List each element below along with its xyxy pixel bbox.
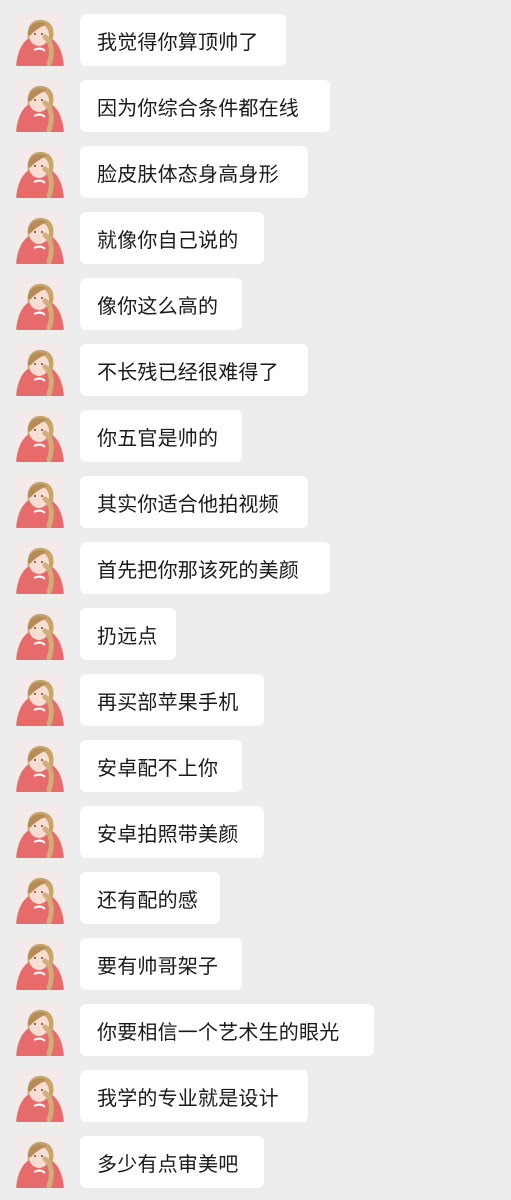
profile-avatar-icon[interactable] — [14, 1136, 66, 1188]
profile-avatar-icon[interactable] — [14, 938, 66, 990]
message-row: 安卓拍照带美颜 — [0, 806, 511, 858]
message-bubble[interactable]: 你五官是帅的 — [80, 410, 242, 462]
profile-avatar-icon[interactable] — [14, 80, 66, 132]
message-bubble[interactable]: 再买部苹果手机 — [80, 674, 264, 726]
profile-avatar-icon[interactable] — [14, 1004, 66, 1056]
profile-avatar-icon[interactable] — [14, 740, 66, 792]
profile-avatar-icon[interactable] — [14, 278, 66, 330]
message-row: 再买部苹果手机 — [0, 674, 511, 726]
message-bubble[interactable]: 脸皮肤体态身高身形 — [80, 146, 308, 198]
message-bubble[interactable]: 其实你适合他拍视频 — [80, 476, 308, 528]
message-row: 安卓配不上你 — [0, 740, 511, 792]
profile-avatar-icon[interactable] — [14, 1070, 66, 1122]
message-bubble[interactable]: 多少有点审美吧 — [80, 1136, 264, 1188]
message-bubble[interactable]: 我觉得你算顶帅了 — [80, 14, 286, 66]
message-row: 我学的专业就是设计 — [0, 1070, 511, 1122]
message-row: 还有配的感 — [0, 872, 511, 924]
message-bubble[interactable]: 安卓配不上你 — [80, 740, 242, 792]
profile-avatar-icon[interactable] — [14, 344, 66, 396]
message-bubble[interactable]: 还有配的感 — [80, 872, 220, 924]
message-row: 要有帅哥架子 — [0, 938, 511, 990]
message-row: 你要相信一个艺术生的眼光 — [0, 1004, 511, 1056]
profile-avatar-icon[interactable] — [14, 14, 66, 66]
message-bubble[interactable]: 你要相信一个艺术生的眼光 — [80, 1004, 374, 1056]
chat-message-list: 我觉得你算顶帅了 因为你综合条件都在线 脸皮肤体态身高身形 就像你自己说的 像你… — [0, 0, 511, 1200]
profile-avatar-icon[interactable] — [14, 542, 66, 594]
message-row: 多少有点审美吧 — [0, 1136, 511, 1188]
profile-avatar-icon[interactable] — [14, 608, 66, 660]
message-row: 不长残已经很难得了 — [0, 344, 511, 396]
profile-avatar-icon[interactable] — [14, 806, 66, 858]
message-row: 就像你自己说的 — [0, 212, 511, 264]
message-bubble[interactable]: 首先把你那该死的美颜 — [80, 542, 330, 594]
profile-avatar-icon[interactable] — [14, 872, 66, 924]
message-bubble[interactable]: 像你这么高的 — [80, 278, 242, 330]
message-bubble[interactable]: 要有帅哥架子 — [80, 938, 242, 990]
message-bubble[interactable]: 我学的专业就是设计 — [80, 1070, 308, 1122]
message-bubble[interactable]: 就像你自己说的 — [80, 212, 264, 264]
message-row: 我觉得你算顶帅了 — [0, 14, 511, 66]
message-row: 首先把你那该死的美颜 — [0, 542, 511, 594]
message-row: 其实你适合他拍视频 — [0, 476, 511, 528]
message-row: 脸皮肤体态身高身形 — [0, 146, 511, 198]
profile-avatar-icon[interactable] — [14, 146, 66, 198]
profile-avatar-icon[interactable] — [14, 674, 66, 726]
profile-avatar-icon[interactable] — [14, 212, 66, 264]
message-row: 因为你综合条件都在线 — [0, 80, 511, 132]
message-bubble[interactable]: 因为你综合条件都在线 — [80, 80, 330, 132]
profile-avatar-icon[interactable] — [14, 476, 66, 528]
message-row: 扔远点 — [0, 608, 511, 660]
message-row: 你五官是帅的 — [0, 410, 511, 462]
message-row: 像你这么高的 — [0, 278, 511, 330]
message-bubble[interactable]: 不长残已经很难得了 — [80, 344, 308, 396]
message-bubble[interactable]: 安卓拍照带美颜 — [80, 806, 264, 858]
profile-avatar-icon[interactable] — [14, 410, 66, 462]
message-bubble[interactable]: 扔远点 — [80, 608, 176, 660]
